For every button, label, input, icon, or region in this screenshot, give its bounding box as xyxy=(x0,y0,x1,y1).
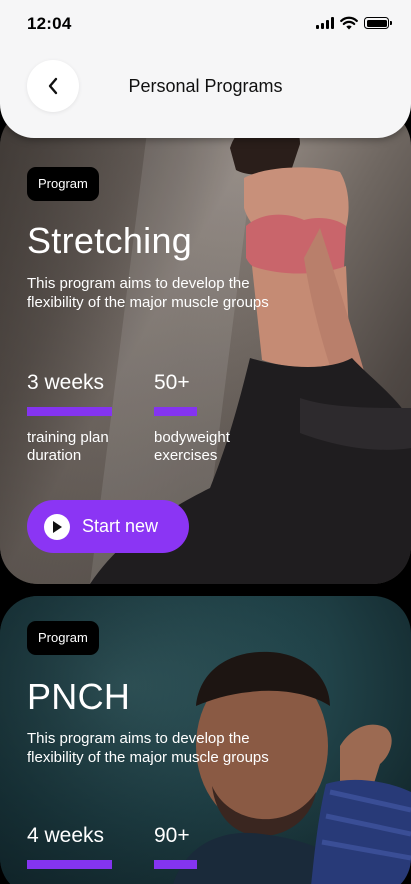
program-title: Stretching xyxy=(27,220,193,261)
duration-stat: 3 weeks training plan duration xyxy=(27,371,127,465)
page-title: Personal Programs xyxy=(128,76,283,96)
program-card-stretching[interactable]: Program Stretching This program aims to … xyxy=(0,108,411,584)
exercises-bar xyxy=(154,407,197,416)
program-description: This program aims to develop the flexibi… xyxy=(27,275,269,311)
app-screen: Program Stretching This program aims to … xyxy=(0,0,411,884)
duration-stat: 4 weeks xyxy=(27,824,112,869)
duration-label: training plan duration xyxy=(27,429,109,464)
exercises-bar xyxy=(154,860,197,869)
header-sheet: 12:04 Personal Programs xyxy=(0,0,411,138)
duration-value: 4 weeks xyxy=(27,824,105,847)
status-bar: 12:04 xyxy=(0,0,411,48)
duration-bar xyxy=(27,860,112,869)
exercises-stat: 90+ xyxy=(154,824,197,869)
battery-icon xyxy=(364,17,392,29)
exercises-value: 90+ xyxy=(154,824,190,847)
exercises-label: bodyweight exercises xyxy=(154,429,230,464)
exercises-value: 50+ xyxy=(154,371,190,394)
program-title: PNCH xyxy=(27,676,131,717)
program-badge: Program xyxy=(27,621,99,655)
cellular-signal-icon xyxy=(316,17,334,29)
start-new-label: Start new xyxy=(82,516,159,536)
program-badge: Program xyxy=(27,167,99,201)
duration-value: 3 weeks xyxy=(27,371,105,394)
play-icon xyxy=(44,513,70,540)
program-description: This program aims to develop the flexibi… xyxy=(27,730,269,766)
status-icons xyxy=(316,16,392,30)
program-card-pnch[interactable]: Program PNCH This program aims to develo… xyxy=(0,596,411,884)
wifi-icon xyxy=(340,16,358,30)
status-time: 12:04 xyxy=(27,14,72,33)
duration-bar xyxy=(27,407,112,416)
start-new-button[interactable]: Start new xyxy=(27,500,189,553)
exercises-stat: 50+ bodyweight exercises xyxy=(154,371,254,465)
